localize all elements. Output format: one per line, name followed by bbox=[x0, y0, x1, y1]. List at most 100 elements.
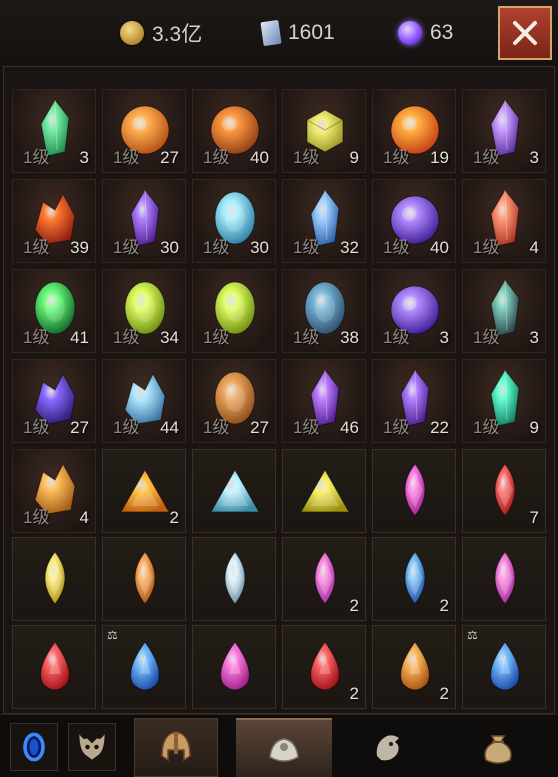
inventory-slot[interactable] bbox=[102, 537, 186, 621]
inventory-slot[interactable]: 1级 40 bbox=[192, 89, 276, 173]
inventory-slot[interactable]: 1级 19 bbox=[372, 89, 456, 173]
loot-bag-icon bbox=[484, 734, 512, 764]
inventory-slot[interactable]: 1级 39 bbox=[12, 179, 96, 263]
item-count: 3 bbox=[529, 148, 539, 167]
card-icon bbox=[260, 19, 282, 47]
inventory-slot[interactable]: 1级 4 bbox=[462, 179, 546, 263]
helmet-icon bbox=[161, 730, 191, 761]
inventory-slot[interactable]: 1级 22 bbox=[372, 359, 456, 443]
item-level: 1级 bbox=[203, 328, 230, 347]
item-count: 2 bbox=[439, 684, 449, 703]
inventory-slot[interactable] bbox=[372, 449, 456, 533]
close-button[interactable] bbox=[498, 6, 552, 60]
inventory-slot[interactable]: 1级 3 bbox=[12, 89, 96, 173]
inventory-slot[interactable]: 1级 9 bbox=[282, 89, 366, 173]
inventory-slot[interactable] bbox=[462, 537, 546, 621]
tab-gems[interactable] bbox=[236, 718, 332, 777]
tab-dragon[interactable] bbox=[344, 718, 434, 777]
inventory-slot[interactable]: 1级 40 bbox=[372, 179, 456, 263]
inventory-slot[interactable]: 1级 9 bbox=[462, 359, 546, 443]
item-level: 1级 bbox=[23, 328, 50, 347]
bottom-tab-bar bbox=[0, 714, 558, 777]
item-level: 1级 bbox=[473, 328, 500, 347]
item-level: 1级 bbox=[203, 148, 230, 167]
inventory-slot[interactable]: 2 bbox=[102, 449, 186, 533]
item-level: 1级 bbox=[113, 238, 140, 257]
orb-amount: 63 bbox=[430, 21, 454, 44]
inventory-slot[interactable] bbox=[192, 537, 276, 621]
inventory-slot[interactable]: 2 bbox=[282, 625, 366, 709]
portal-button[interactable] bbox=[10, 723, 58, 771]
inventory-slot[interactable] bbox=[12, 537, 96, 621]
inventory-slot[interactable]: 1级 30 bbox=[192, 179, 276, 263]
inventory-slot[interactable]: 2 bbox=[282, 537, 366, 621]
item-count: 2 bbox=[169, 508, 179, 527]
gold-coin-icon bbox=[120, 21, 144, 45]
item-count: 32 bbox=[340, 238, 359, 257]
tri-cyan-icon bbox=[210, 468, 260, 513]
gold-currency: 3.3亿 bbox=[120, 18, 202, 48]
item-level: 1级 bbox=[293, 238, 320, 257]
item-count: 40 bbox=[430, 238, 449, 257]
item-count: 9 bbox=[529, 418, 539, 437]
item-count: 27 bbox=[160, 148, 179, 167]
item-level: 1级 bbox=[203, 418, 230, 437]
item-count: 2 bbox=[349, 596, 359, 615]
inventory-slot[interactable]: 1级 46 bbox=[282, 359, 366, 443]
scale-icon: ⚖ bbox=[107, 628, 118, 642]
inventory-slot[interactable] bbox=[282, 449, 366, 533]
item-level: 1级 bbox=[473, 238, 500, 257]
inventory-slot[interactable]: 1级 34 bbox=[102, 269, 186, 353]
orb-currency: 63 bbox=[398, 18, 453, 48]
item-level: 1级 bbox=[383, 148, 410, 167]
inventory-slot[interactable] bbox=[192, 625, 276, 709]
inventory-slot[interactable]: 1级 32 bbox=[282, 179, 366, 263]
inventory-panel: 1级 3 1级 27 1级 40 1级 9 1级 19 1级 3 1级 39 1级 30 1级 30 1级 32 1级 4… bbox=[3, 66, 555, 714]
marquise-silver-icon bbox=[224, 551, 246, 605]
marquise-orange-icon bbox=[134, 551, 156, 605]
item-count: 4 bbox=[79, 508, 89, 527]
inventory-slot[interactable]: 1级 3 bbox=[372, 269, 456, 353]
inventory-slot[interactable]: 1级 30 bbox=[102, 179, 186, 263]
item-count: 41 bbox=[70, 328, 89, 347]
inventory-slot[interactable]: 1级 4 bbox=[12, 449, 96, 533]
marquise-magenta-icon bbox=[404, 463, 426, 517]
inventory-slot[interactable]: 1级 38 bbox=[282, 269, 366, 353]
item-count: 4 bbox=[529, 238, 539, 257]
inventory-slot[interactable]: 1级 27 bbox=[102, 89, 186, 173]
item-level: 1级 bbox=[23, 148, 50, 167]
item-count: 3 bbox=[439, 328, 449, 347]
item-level: 1级 bbox=[293, 148, 320, 167]
item-level: 1级 bbox=[473, 418, 500, 437]
inventory-slot[interactable]: 2 bbox=[372, 537, 456, 621]
inventory-slot[interactable]: 1级 27 bbox=[192, 359, 276, 443]
inventory-slot[interactable]: 1级 44 bbox=[102, 359, 186, 443]
inventory-slot[interactable]: 7 bbox=[462, 449, 546, 533]
item-count: 9 bbox=[349, 148, 359, 167]
inventory-slot[interactable]: 1级 27 bbox=[12, 359, 96, 443]
item-count: 34 bbox=[160, 328, 179, 347]
item-count: 30 bbox=[160, 238, 179, 257]
inventory-slot[interactable]: 1级 41 bbox=[12, 269, 96, 353]
demon-mask-button[interactable] bbox=[68, 723, 116, 771]
item-count: 44 bbox=[160, 418, 179, 437]
item-count: 38 bbox=[340, 328, 359, 347]
inventory-slot[interactable]: 1级 3 bbox=[462, 269, 546, 353]
gem-pouch-icon bbox=[269, 737, 299, 762]
tab-loot[interactable] bbox=[448, 718, 548, 777]
item-level: 1级 bbox=[113, 418, 140, 437]
currency-bar: 3.3亿 1601 63 bbox=[0, 0, 558, 66]
tab-equipment[interactable] bbox=[134, 718, 218, 777]
inventory-slot[interactable]: ⚖ bbox=[462, 625, 546, 709]
item-count: 39 bbox=[70, 238, 89, 257]
scale-icon: ⚖ bbox=[467, 628, 478, 642]
inventory-slot[interactable]: 1级 bbox=[192, 269, 276, 353]
item-level: 1级 bbox=[113, 148, 140, 167]
inventory-slot[interactable]: 1级 3 bbox=[462, 89, 546, 173]
blue-portal-icon bbox=[23, 732, 45, 762]
inventory-slot[interactable] bbox=[192, 449, 276, 533]
inventory-slot[interactable]: ⚖ bbox=[102, 625, 186, 709]
inventory-slot[interactable] bbox=[12, 625, 96, 709]
inventory-slot[interactable]: 2 bbox=[372, 625, 456, 709]
marquise-pink-icon bbox=[494, 551, 516, 605]
